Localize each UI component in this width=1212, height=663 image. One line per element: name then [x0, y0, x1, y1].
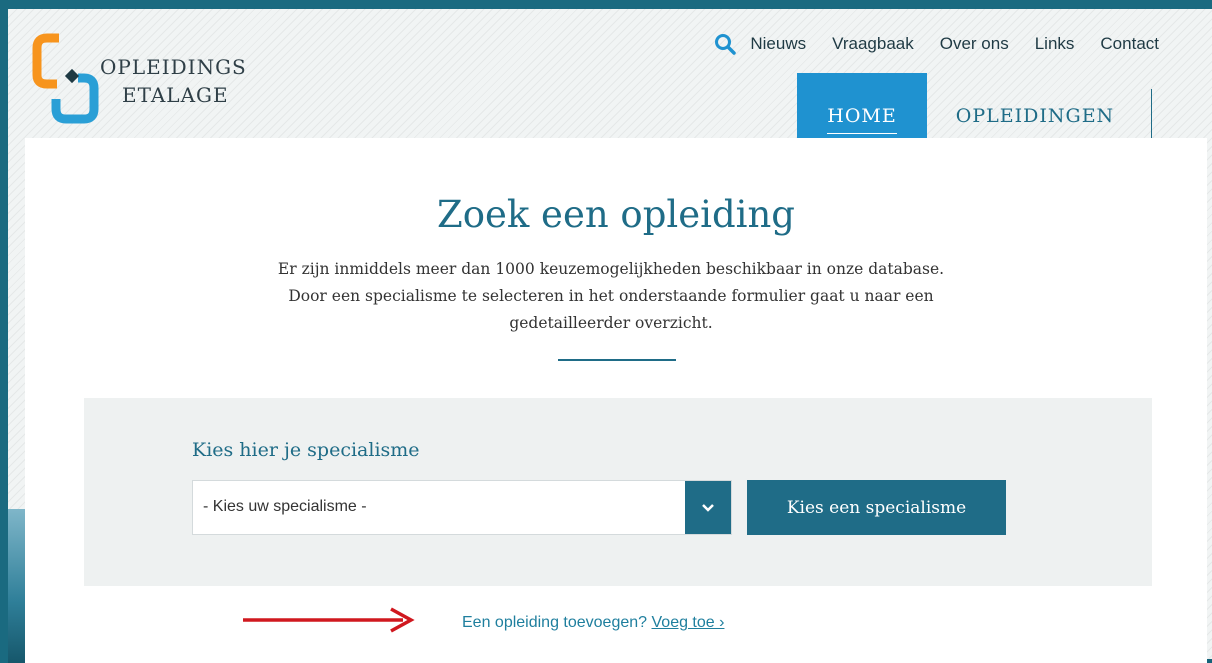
select-toggle-button[interactable]	[685, 481, 731, 534]
form-label: Kies hier je specialisme	[192, 439, 420, 461]
nav-link-vraagbaak[interactable]: Vraagbaak	[832, 34, 914, 54]
specialism-form: Kies hier je specialisme - Kies uw speci…	[84, 398, 1152, 586]
background-image-strip	[8, 509, 26, 663]
logo-mark-icon	[32, 33, 99, 124]
red-arrow-icon	[243, 607, 415, 633]
nav-link-over-ons[interactable]: Over ons	[940, 34, 1009, 54]
specialism-select[interactable]: - Kies uw specialisme -	[192, 480, 732, 535]
search-icon[interactable]	[714, 33, 737, 55]
nav-link-links[interactable]: Links	[1035, 34, 1075, 54]
site-logo[interactable]: OPLEIDINGS ETALAGE	[25, 29, 265, 129]
logo-line-2: ETALAGE	[122, 83, 229, 107]
logo-text: OPLEIDINGS ETALAGE	[100, 53, 247, 109]
intro-text: Er zijn inmiddels meer dan 1000 keuzemog…	[277, 260, 945, 332]
choose-specialism-button[interactable]: Kies een specialisme	[747, 480, 1006, 535]
page-frame: OPLEIDINGS ETALAGE Nieuws Vraagbaak Over…	[8, 9, 1212, 663]
tab-home-label: HOME	[827, 105, 897, 134]
logo-line-1: OPLEIDINGS	[100, 55, 247, 79]
chevron-down-icon	[702, 503, 714, 512]
top-navigation: Nieuws Vraagbaak Over ons Links Contact	[714, 33, 1159, 55]
nav-link-nieuws[interactable]: Nieuws	[750, 34, 806, 54]
add-course-row: Een opleiding toevoegen? Voeg toe ›	[462, 614, 724, 632]
nav-link-contact[interactable]: Contact	[1100, 34, 1159, 54]
select-value: - Kies uw specialisme -	[203, 498, 367, 515]
add-course-text: Een opleiding toevoegen?	[462, 614, 648, 631]
add-course-link[interactable]: Voeg toe ›	[652, 614, 725, 631]
tab-opleidingen-label: OPLEIDINGEN	[955, 105, 1115, 127]
page-title: Zoek een opleiding	[436, 193, 795, 236]
title-divider	[558, 359, 676, 361]
content-card: Zoek een opleiding Er zijn inmiddels mee…	[25, 138, 1207, 663]
